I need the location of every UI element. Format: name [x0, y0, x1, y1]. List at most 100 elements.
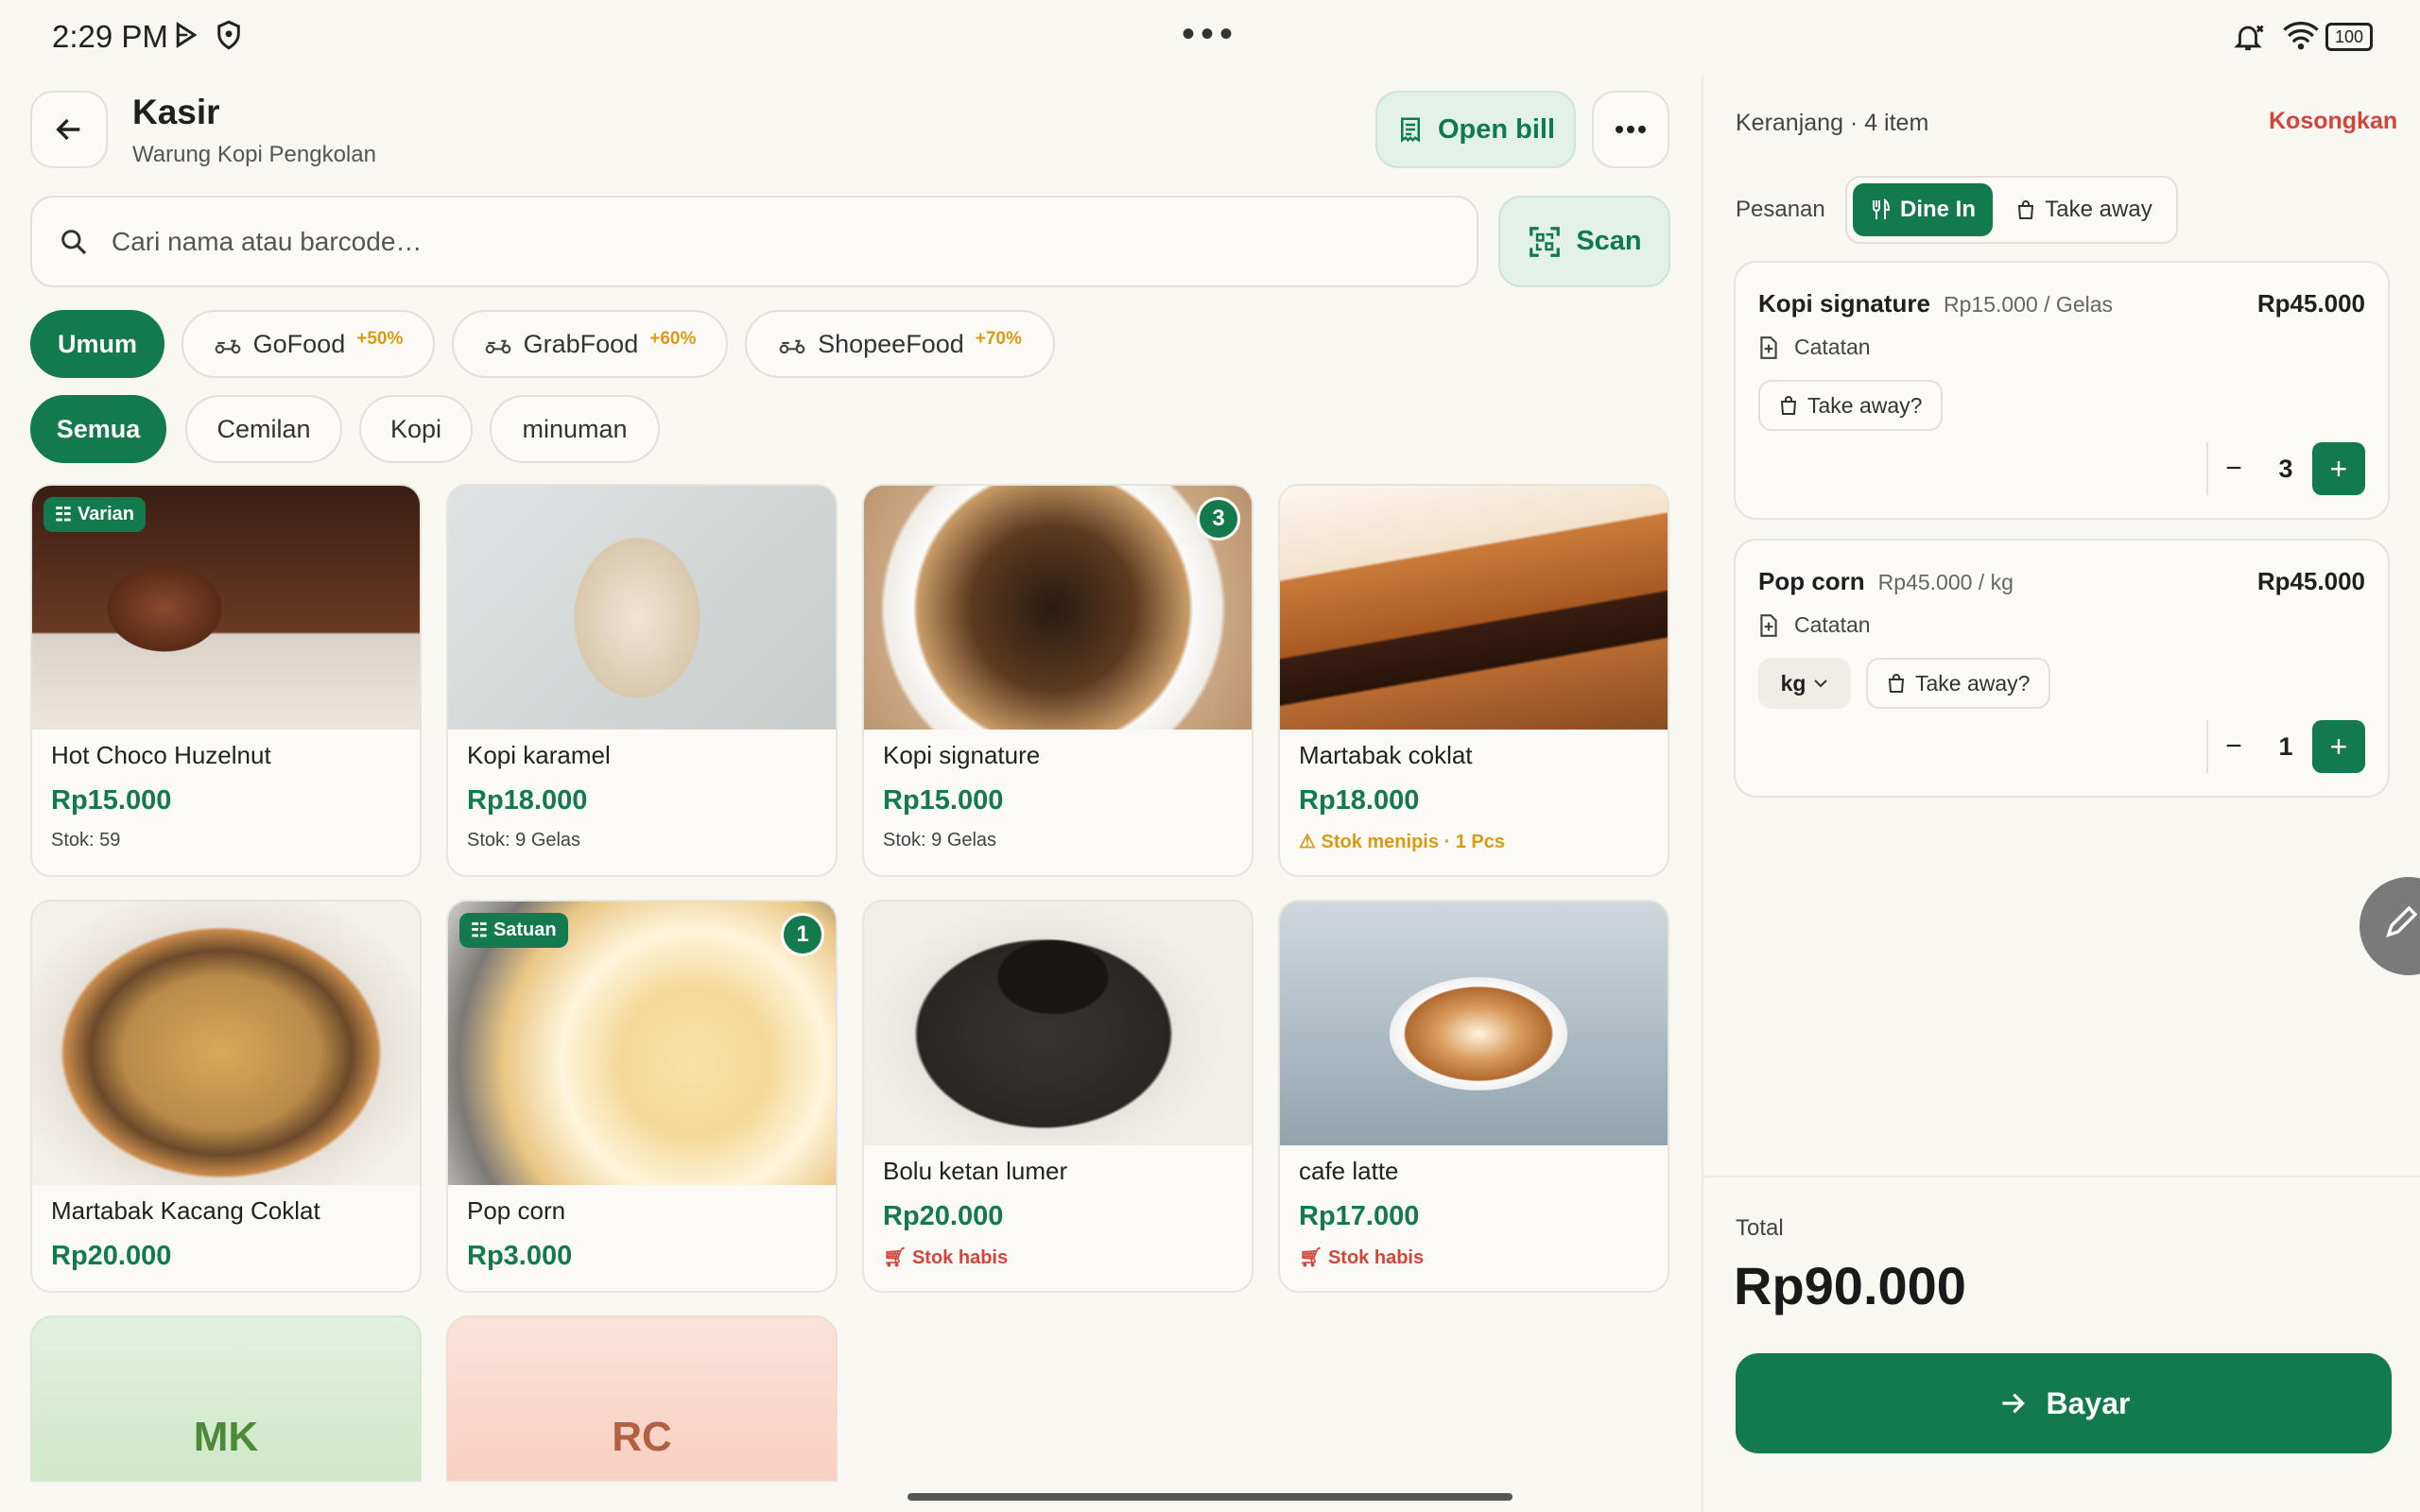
cart-item-unit-price: Rp45.000 / kg: [1877, 570, 2014, 594]
decrease-button[interactable]: −: [2206, 720, 2259, 773]
category-chip-cemilan[interactable]: Cemilan: [185, 395, 342, 463]
takeaway-toggle[interactable]: Take away?: [1866, 658, 2051, 709]
kopi-karamel-image: [448, 486, 836, 730]
product-card[interactable]: Bolu ketan lumer Rp20.000 🛒︎ Stok habis: [862, 900, 1253, 1293]
status-bar: 2:29 PM ••• 100: [0, 0, 2420, 76]
channel-chip-gofood[interactable]: GoFood +50%: [182, 310, 435, 378]
add-note-button[interactable]: Catatan: [1758, 612, 1871, 638]
product-card[interactable]: ☷ Satuan 1 Pop corn Rp3.000: [446, 900, 838, 1293]
channel-markup: +60%: [649, 329, 697, 349]
unit-select[interactable]: kg: [1758, 658, 1851, 709]
category-chip-kopi[interactable]: Kopi: [359, 395, 473, 463]
pay-button[interactable]: Bayar: [1736, 1353, 2392, 1453]
add-note-button[interactable]: Catatan: [1758, 335, 1871, 360]
total-label: Total: [1736, 1215, 1784, 1241]
kopi-signature-image: 3: [864, 486, 1252, 730]
cart-item-subtotal: Rp45.000: [2256, 567, 2365, 595]
back-button[interactable]: [30, 91, 108, 168]
scan-button[interactable]: Scan: [1498, 196, 1670, 287]
popcorn-image: ☷ Satuan 1: [448, 902, 836, 1185]
category-label: Kopi: [389, 414, 442, 443]
unit-badge: ☷ Satuan: [459, 913, 568, 948]
note-add-icon: [1760, 335, 1777, 359]
decrease-button[interactable]: −: [2206, 442, 2259, 495]
edit-fab[interactable]: [2360, 877, 2420, 975]
product-stock: Stok: 9 Gelas: [467, 830, 581, 850]
product-name: Bolu ketan lumer: [883, 1157, 1068, 1185]
product-name: Hot Choco Huzelnut: [51, 741, 271, 769]
cart-off-icon: 🛒︎: [883, 1247, 912, 1268]
category-label: Cemilan: [216, 414, 311, 443]
clear-cart-button[interactable]: Kosongkan: [2269, 108, 2397, 135]
product-card[interactable]: Martabak coklat Rp18.000 ⚠ Stok menipis …: [1278, 484, 1669, 877]
product-card[interactable]: cafe latte Rp17.000 🛒︎ Stok habis: [1278, 900, 1669, 1293]
product-price: Rp17.000: [1299, 1201, 1420, 1231]
product-price: Rp15.000: [51, 785, 172, 816]
category-chip-minuman[interactable]: minuman: [490, 395, 660, 463]
product-price: Rp18.000: [1299, 785, 1420, 816]
open-bill-label: Open bill: [1437, 113, 1556, 145]
dine-in-option[interactable]: Dine In: [1853, 183, 1993, 236]
scooter-icon: [485, 339, 511, 354]
product-name: Martabak Kacang Coklat: [51, 1196, 320, 1225]
channel-chip-shopeefood[interactable]: ShopeeFood +70%: [745, 310, 1055, 378]
quantity-value: 1: [2278, 731, 2293, 761]
category-label: minuman: [522, 414, 628, 443]
cart-item-subtotal: Rp45.000: [2256, 289, 2365, 318]
scan-label: Scan: [1576, 226, 1642, 256]
home-gesture-bar[interactable]: [908, 1493, 1512, 1501]
channel-chip-grabfood[interactable]: GrabFood +60%: [452, 310, 728, 378]
store-name: Warung Kopi Pengkolan: [132, 142, 376, 167]
stock-out: Stok habis: [911, 1247, 1009, 1268]
channel-markup: +50%: [356, 329, 404, 349]
variant-badge-label: Varian: [77, 504, 134, 524]
chevron-down-icon: [1814, 679, 1828, 688]
category-label: Semua: [56, 414, 141, 443]
take-away-option[interactable]: Take away: [2004, 183, 2165, 236]
category-chip-semua[interactable]: Semua: [30, 395, 166, 463]
increase-button[interactable]: +: [2312, 720, 2365, 773]
product-tile-rc[interactable]: RC: [446, 1315, 838, 1482]
order-type-toggle: Dine In Take away: [1845, 176, 2178, 244]
take-away-label: Take away: [2045, 197, 2152, 222]
product-price: Rp20.000: [883, 1201, 1004, 1231]
product-name: Kopi karamel: [467, 741, 611, 769]
martabak-coklat-image: [1280, 486, 1668, 730]
takeaway-toggle[interactable]: Take away?: [1758, 380, 1944, 431]
product-stock: Stok: 59: [51, 830, 121, 850]
channel-label: GrabFood: [523, 329, 639, 358]
cutlery-icon: [1872, 198, 1890, 219]
receipt-icon: [1400, 117, 1420, 143]
open-bill-button[interactable]: Open bill: [1375, 91, 1576, 168]
bag-icon: [2018, 200, 2034, 219]
channel-markup: +70%: [975, 329, 1022, 349]
search-bar[interactable]: [30, 196, 1478, 287]
unit-value: kg: [1780, 670, 1806, 696]
takeaway-label: Take away?: [1915, 670, 2031, 696]
quantity-stepper: − 3 +: [2206, 442, 2365, 495]
cart-count-badge: 3: [1197, 497, 1240, 541]
cart-item-unit-price: Rp15.000 / Gelas: [1944, 292, 2114, 317]
cart-footer: Total Rp90.000 Bayar: [1703, 1176, 2420, 1512]
more-horizontal-icon: [1616, 126, 1646, 133]
product-tile-mk[interactable]: MK: [30, 1315, 422, 1482]
product-name: Kopi signature: [883, 741, 1041, 769]
product-price: Rp20.000: [51, 1241, 172, 1271]
qr-scan-icon: [1530, 226, 1561, 257]
product-card[interactable]: ☷ Varian Hot Choco Huzelnut Rp15.000 Stok…: [30, 484, 422, 877]
product-price: Rp15.000: [883, 785, 1004, 816]
search-input[interactable]: [112, 226, 1340, 257]
martabak-kacang-image: [32, 902, 420, 1185]
product-card[interactable]: Martabak Kacang Coklat Rp20.000: [30, 900, 422, 1293]
wifi-icon: [2283, 21, 2319, 50]
quantity-value: 3: [2278, 454, 2293, 483]
channel-chip-umum[interactable]: Umum: [30, 310, 164, 378]
product-card[interactable]: 3 Kopi signature Rp15.000 Stok: 9 Gelas: [862, 484, 1253, 877]
sliders-icon: ☷: [55, 505, 72, 525]
more-options-button[interactable]: [1592, 91, 1669, 168]
product-card[interactable]: Kopi karamel Rp18.000 Stok: 9 Gelas: [446, 484, 838, 877]
stock-warning: Stok menipis · 1 Pcs: [1321, 832, 1506, 852]
increase-button[interactable]: +: [2312, 442, 2365, 495]
cart-item-name: Kopi signature: [1758, 289, 1931, 318]
pay-label: Bayar: [2046, 1385, 2131, 1420]
